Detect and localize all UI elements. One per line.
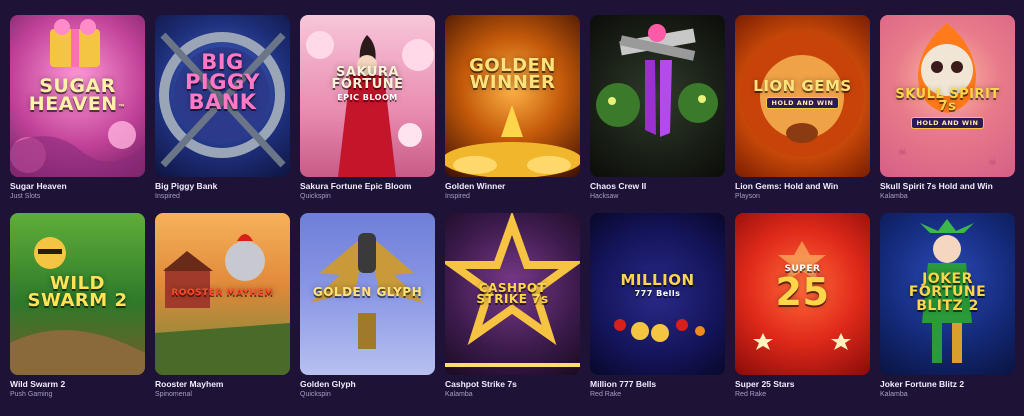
game-logo-text: SKULL SPIRIT 7s HOLD AND WIN (886, 88, 1009, 129)
game-logo-text: WILD SWARM 2 (27, 273, 128, 312)
game-grid: SUGAR HEAVEN™ Sugar Heaven Just Slots BI… (10, 15, 1015, 411)
game-card-joker-fortune-blitz-2[interactable]: JOKER FORTUNE BLITZ 2 Joker Fortune Blit… (880, 213, 1015, 411)
game-logo-text: SUGAR HEAVEN™ (28, 75, 127, 116)
game-logo-text: SAKURA FORTUNE EPIC BLOOM (331, 65, 404, 102)
game-card-golden-winner[interactable]: GOLDEN WINNER Golden Winner Inspired (445, 15, 580, 213)
game-card-chaos-crew-ii[interactable]: Chaos Crew II Hacksaw (590, 15, 725, 213)
game-title[interactable]: Rooster Mayhem (155, 379, 290, 389)
game-thumbnail[interactable]: CASHPOT STRIKE 7s (445, 213, 580, 375)
game-thumbnail[interactable]: SAKURA FORTUNE EPIC BLOOM (300, 15, 435, 177)
game-logo-text: GOLDEN WINNER (469, 55, 556, 94)
game-thumbnail[interactable]: WILD SWARM 2 (10, 213, 145, 375)
game-title[interactable]: Sugar Heaven (10, 181, 145, 191)
game-card-skull-spirit-7s[interactable]: ☠ ☠ SKULL SPIRIT 7s HOLD AND WIN Skull S… (880, 15, 1015, 213)
game-logo-text: LION GEMS HOLD AND WIN (741, 79, 864, 110)
game-card-big-piggy-bank[interactable]: BIG PIGGY BANK Big Piggy Bank Inspired (155, 15, 290, 213)
game-provider: Inspired (155, 193, 180, 200)
game-logo-text: CASHPOT STRIKE 7s (476, 281, 549, 307)
game-provider: Push Gaming (10, 391, 53, 398)
game-logo-text: GOLDEN GLYPH (312, 285, 423, 299)
game-logo-text: MILLION 777 Bells (620, 271, 695, 299)
game-card-lion-gems[interactable]: LION GEMS HOLD AND WIN Lion Gems: Hold a… (735, 15, 870, 213)
gold-coins-art (445, 105, 580, 177)
game-card-cashpot-strike-7s[interactable]: CASHPOT STRIKE 7s Cashpot Strike 7s Kala… (445, 213, 580, 411)
game-thumbnail[interactable] (590, 15, 725, 177)
game-thumbnail[interactable]: MILLION 777 Bells (590, 213, 725, 375)
game-title[interactable]: Golden Glyph (300, 379, 435, 389)
game-title[interactable]: Sakura Fortune Epic Bloom (300, 181, 435, 191)
game-logo-text: SUPER 25 (775, 264, 830, 314)
game-title[interactable]: Golden Winner (445, 181, 580, 191)
game-thumbnail[interactable]: ☠ ☠ SKULL SPIRIT 7s HOLD AND WIN (880, 15, 1015, 177)
svg-text:☠: ☠ (988, 157, 997, 168)
game-thumbnail[interactable]: GOLDEN GLYPH (300, 213, 435, 375)
game-provider: Hacksaw (590, 193, 619, 200)
game-logo-text: BIG PIGGY BANK (185, 50, 260, 114)
game-provider: Red Rake (590, 391, 622, 398)
game-title[interactable]: Cashpot Strike 7s (445, 379, 580, 389)
game-card-super-25-stars[interactable]: SUPER 25 Super 25 Stars Red Rake (735, 213, 870, 411)
game-logo-text: ROOSTER MAYHEM (171, 288, 274, 298)
game-thumbnail[interactable]: GOLDEN WINNER (445, 15, 580, 177)
game-provider: Just Slots (10, 193, 41, 200)
game-provider: Playson (735, 193, 760, 200)
game-provider: Spinomenal (155, 391, 192, 398)
game-thumbnail[interactable]: JOKER FORTUNE BLITZ 2 (880, 213, 1015, 375)
game-provider: Red Rake (735, 391, 767, 398)
game-provider: Kalamba (880, 193, 908, 200)
game-card-rooster-mayhem[interactable]: ROOSTER MAYHEM Rooster Mayhem Spinomenal (155, 213, 290, 411)
game-provider: Inspired (445, 193, 470, 200)
game-thumbnail[interactable]: SUPER 25 (735, 213, 870, 375)
game-thumbnail[interactable]: ROOSTER MAYHEM (155, 213, 290, 375)
game-card-sakura-fortune-epic-bloom[interactable]: SAKURA FORTUNE EPIC BLOOM Sakura Fortune… (300, 15, 435, 213)
game-provider: Quickspin (300, 193, 331, 200)
game-title[interactable]: Joker Fortune Blitz 2 (880, 379, 1015, 389)
game-card-sugar-heaven[interactable]: SUGAR HEAVEN™ Sugar Heaven Just Slots (10, 15, 145, 213)
game-card-million-777-bells[interactable]: MILLION 777 Bells Million 777 Bells Red … (590, 213, 725, 411)
game-thumbnail[interactable]: BIG PIGGY BANK (155, 15, 290, 177)
game-title[interactable]: Skull Spirit 7s Hold and Win (880, 181, 1015, 191)
game-title[interactable]: Super 25 Stars (735, 379, 870, 389)
game-thumbnail[interactable]: LION GEMS HOLD AND WIN (735, 15, 870, 177)
game-title[interactable]: Big Piggy Bank (155, 181, 290, 191)
game-provider: Kalamba (880, 391, 908, 398)
game-title[interactable]: Chaos Crew II (590, 181, 725, 191)
game-title[interactable]: Lion Gems: Hold and Win (735, 181, 870, 191)
game-thumbnail[interactable]: SUGAR HEAVEN™ (10, 15, 145, 177)
game-provider: Kalamba (445, 391, 473, 398)
game-provider: Quickspin (300, 391, 331, 398)
chaos-crew-art (596, 24, 718, 137)
svg-text:☠: ☠ (898, 147, 907, 158)
game-card-golden-glyph[interactable]: GOLDEN GLYPH Golden Glyph Quickspin (300, 213, 435, 411)
game-title[interactable]: Wild Swarm 2 (10, 379, 145, 389)
game-title[interactable]: Million 777 Bells (590, 379, 725, 389)
game-card-wild-swarm-2[interactable]: WILD SWARM 2 Wild Swarm 2 Push Gaming (10, 213, 145, 411)
game-logo-text: JOKER FORTUNE BLITZ 2 (908, 271, 987, 314)
